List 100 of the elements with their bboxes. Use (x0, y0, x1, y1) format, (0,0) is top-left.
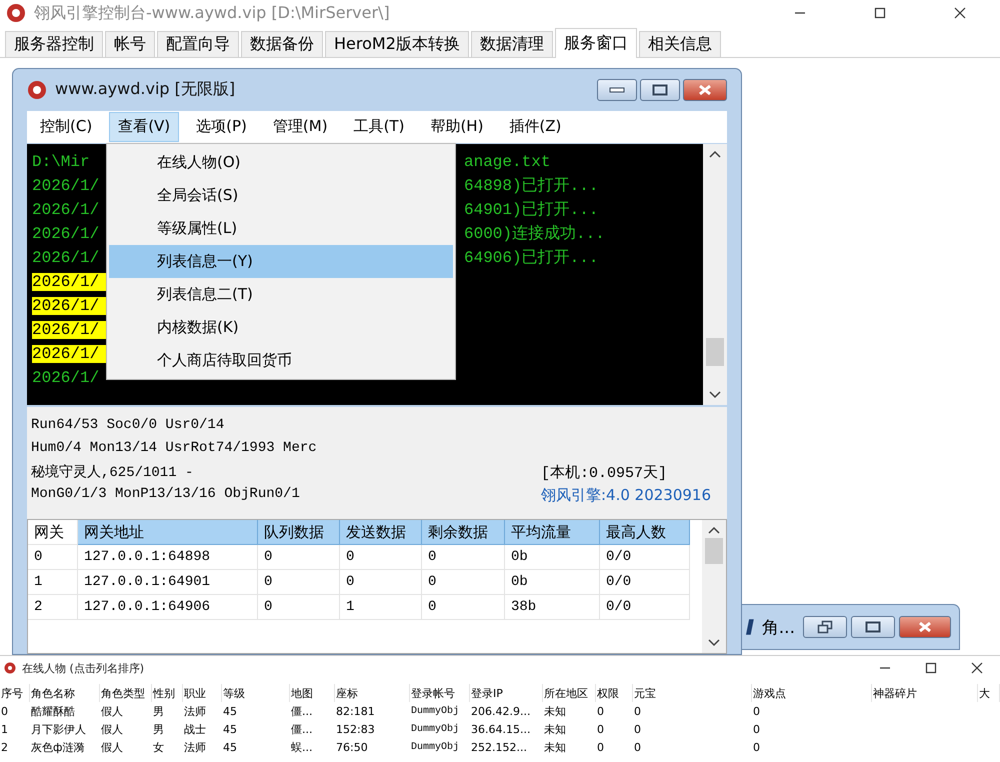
column-header[interactable]: 地图 (290, 684, 335, 702)
column-header[interactable]: 剩余数据 (422, 520, 505, 546)
vertical-scrollbar[interactable] (703, 144, 727, 406)
tab[interactable]: 相关信息 (638, 31, 721, 57)
console-line: 2026/1/ (32, 368, 100, 387)
menu-item[interactable]: 在线人物(O) (109, 146, 453, 179)
table-cell-text: 未知 (543, 740, 567, 756)
table-cell: 127.0.0.1:64906 (78, 595, 258, 620)
tab[interactable]: 服务窗口 (554, 28, 637, 58)
tab[interactable]: 数据清理 (470, 31, 553, 57)
minimize-icon (609, 86, 625, 94)
menu-item[interactable]: 全局会话(S) (109, 179, 453, 212)
menu-item[interactable]: 内核数据(K) (109, 311, 453, 344)
table-cell: 127.0.0.1:64898 (78, 545, 258, 570)
tab[interactable]: 帐号 (105, 31, 155, 57)
column-header[interactable]: 所在地区 (543, 684, 596, 702)
column-header[interactable]: 座标 (335, 684, 410, 702)
tab[interactable]: HeroM2版本转换 (325, 31, 469, 57)
column-header[interactable]: 元宝 (633, 684, 752, 702)
table-cell: 38b (505, 595, 600, 620)
tab[interactable]: 服务器控制 (5, 31, 103, 57)
scroll-up-icon[interactable] (709, 150, 721, 158)
table-cell-text: 月下影伊人 (30, 722, 87, 738)
vertical-scrollbar[interactable] (702, 520, 726, 653)
column-header[interactable]: 职业 (183, 684, 222, 702)
menu-item[interactable]: 帮助(H) (421, 112, 492, 142)
close-button[interactable] (899, 616, 951, 638)
column-header[interactable]: 平均流量 (505, 520, 600, 546)
column-header[interactable]: 网关地址 (78, 520, 258, 546)
menu-item[interactable]: 个人商店待取回货币 (109, 344, 453, 377)
console-line: 2026/1/ (32, 224, 100, 243)
close-button[interactable] (683, 78, 727, 101)
scroll-down-icon[interactable] (708, 638, 720, 647)
column-header[interactable]: 序号 (0, 684, 30, 702)
table-cell-text: 法师 (183, 704, 207, 720)
scroll-thumb[interactable] (705, 538, 723, 564)
console-line: D:\Mir (32, 152, 91, 171)
tab[interactable]: 数据备份 (241, 31, 323, 57)
table-cell-text: 2 (0, 740, 9, 756)
scroll-thumb[interactable] (706, 338, 724, 366)
local-time-text: [本机:0.0957天] (540, 464, 668, 484)
table-cell: 0 (28, 545, 78, 570)
table-cell: 1 (28, 570, 78, 596)
close-icon (697, 84, 713, 96)
table-cell-text: 0 (596, 722, 605, 738)
window-title: 翎风引擎控制台-www.aywd.vip [D:\MirServer\] (34, 2, 391, 24)
column-header[interactable]: 神器碎片 (872, 684, 978, 702)
column-header[interactable]: 登录帐号 (410, 684, 470, 702)
table-cell-text: 0 (752, 740, 761, 756)
column-header[interactable]: 大 (978, 684, 1000, 702)
table-cell-text: 男 (152, 722, 165, 738)
column-header[interactable]: 性别 (152, 684, 183, 702)
restore-icon (817, 620, 833, 634)
console-line: 64898)已打开... (464, 176, 600, 196)
maximize-button[interactable] (640, 78, 680, 101)
column-header[interactable]: 等级 (222, 684, 290, 702)
menu-item[interactable]: 插件(Z) (500, 112, 570, 142)
column-header[interactable]: 权限 (596, 684, 633, 702)
maximize-button[interactable] (851, 616, 895, 638)
column-header[interactable]: 发送数据 (340, 520, 422, 546)
table-cell-text: 战士 (183, 722, 207, 738)
scroll-down-icon[interactable] (709, 391, 721, 400)
menu-item[interactable]: 查看(V) (109, 112, 180, 142)
version-text: 翎风引擎:4.0 20230916 (540, 486, 711, 506)
menu-item[interactable]: 等级属性(L) (109, 212, 453, 245)
table-cell: 0/0 (600, 570, 690, 596)
menu-item[interactable]: 列表信息一(Y) (109, 245, 453, 278)
maximize-icon (924, 661, 938, 675)
table-cell-text: 0 (752, 722, 761, 738)
column-header[interactable]: 角色类型 (100, 684, 152, 702)
table-cell-text: 0 (596, 704, 605, 720)
restore-button[interactable] (803, 616, 847, 638)
scroll-up-icon[interactable] (708, 526, 720, 534)
table-cell-text: 152:83 (335, 722, 376, 738)
tab[interactable]: 配置向导 (157, 31, 239, 57)
column-header[interactable]: 角色名称 (30, 684, 100, 702)
minimize-button[interactable] (597, 78, 637, 101)
menu-item[interactable]: 工具(T) (344, 112, 414, 142)
table-cell: 2 (28, 595, 78, 620)
menu-item[interactable]: 控制(C) (31, 112, 102, 142)
table-cell-text: 灰色ф涟漪 (30, 740, 86, 756)
console-line: 64906)已打开... (464, 248, 600, 268)
status-text: Run64/53 Soc0/0 Usr0/14 (31, 417, 226, 436)
column-header[interactable]: 最高人数 (600, 520, 690, 546)
table-cell-text: DummyObj (410, 722, 460, 736)
menu-item[interactable]: 列表信息二(T) (109, 278, 453, 311)
close-icon (953, 6, 967, 20)
table-cell-text: 76:50 (335, 740, 369, 756)
menu-item[interactable]: 管理(M) (264, 112, 337, 142)
table-cell-text: 假人 (100, 704, 124, 720)
menu-item[interactable]: 选项(P) (187, 112, 256, 142)
console-line: 2026/1/ (32, 176, 100, 195)
maximize-icon (865, 621, 881, 633)
column-header[interactable]: 游戏点 (752, 684, 872, 702)
table-cell-text: 法师 (183, 740, 207, 756)
table-cell: 0 (422, 570, 505, 596)
column-header[interactable]: 队列数据 (258, 520, 340, 546)
table-cell-text: 僵... (290, 722, 314, 738)
column-header[interactable]: 登录IP (470, 684, 543, 702)
table-cell: 0/0 (600, 595, 690, 620)
